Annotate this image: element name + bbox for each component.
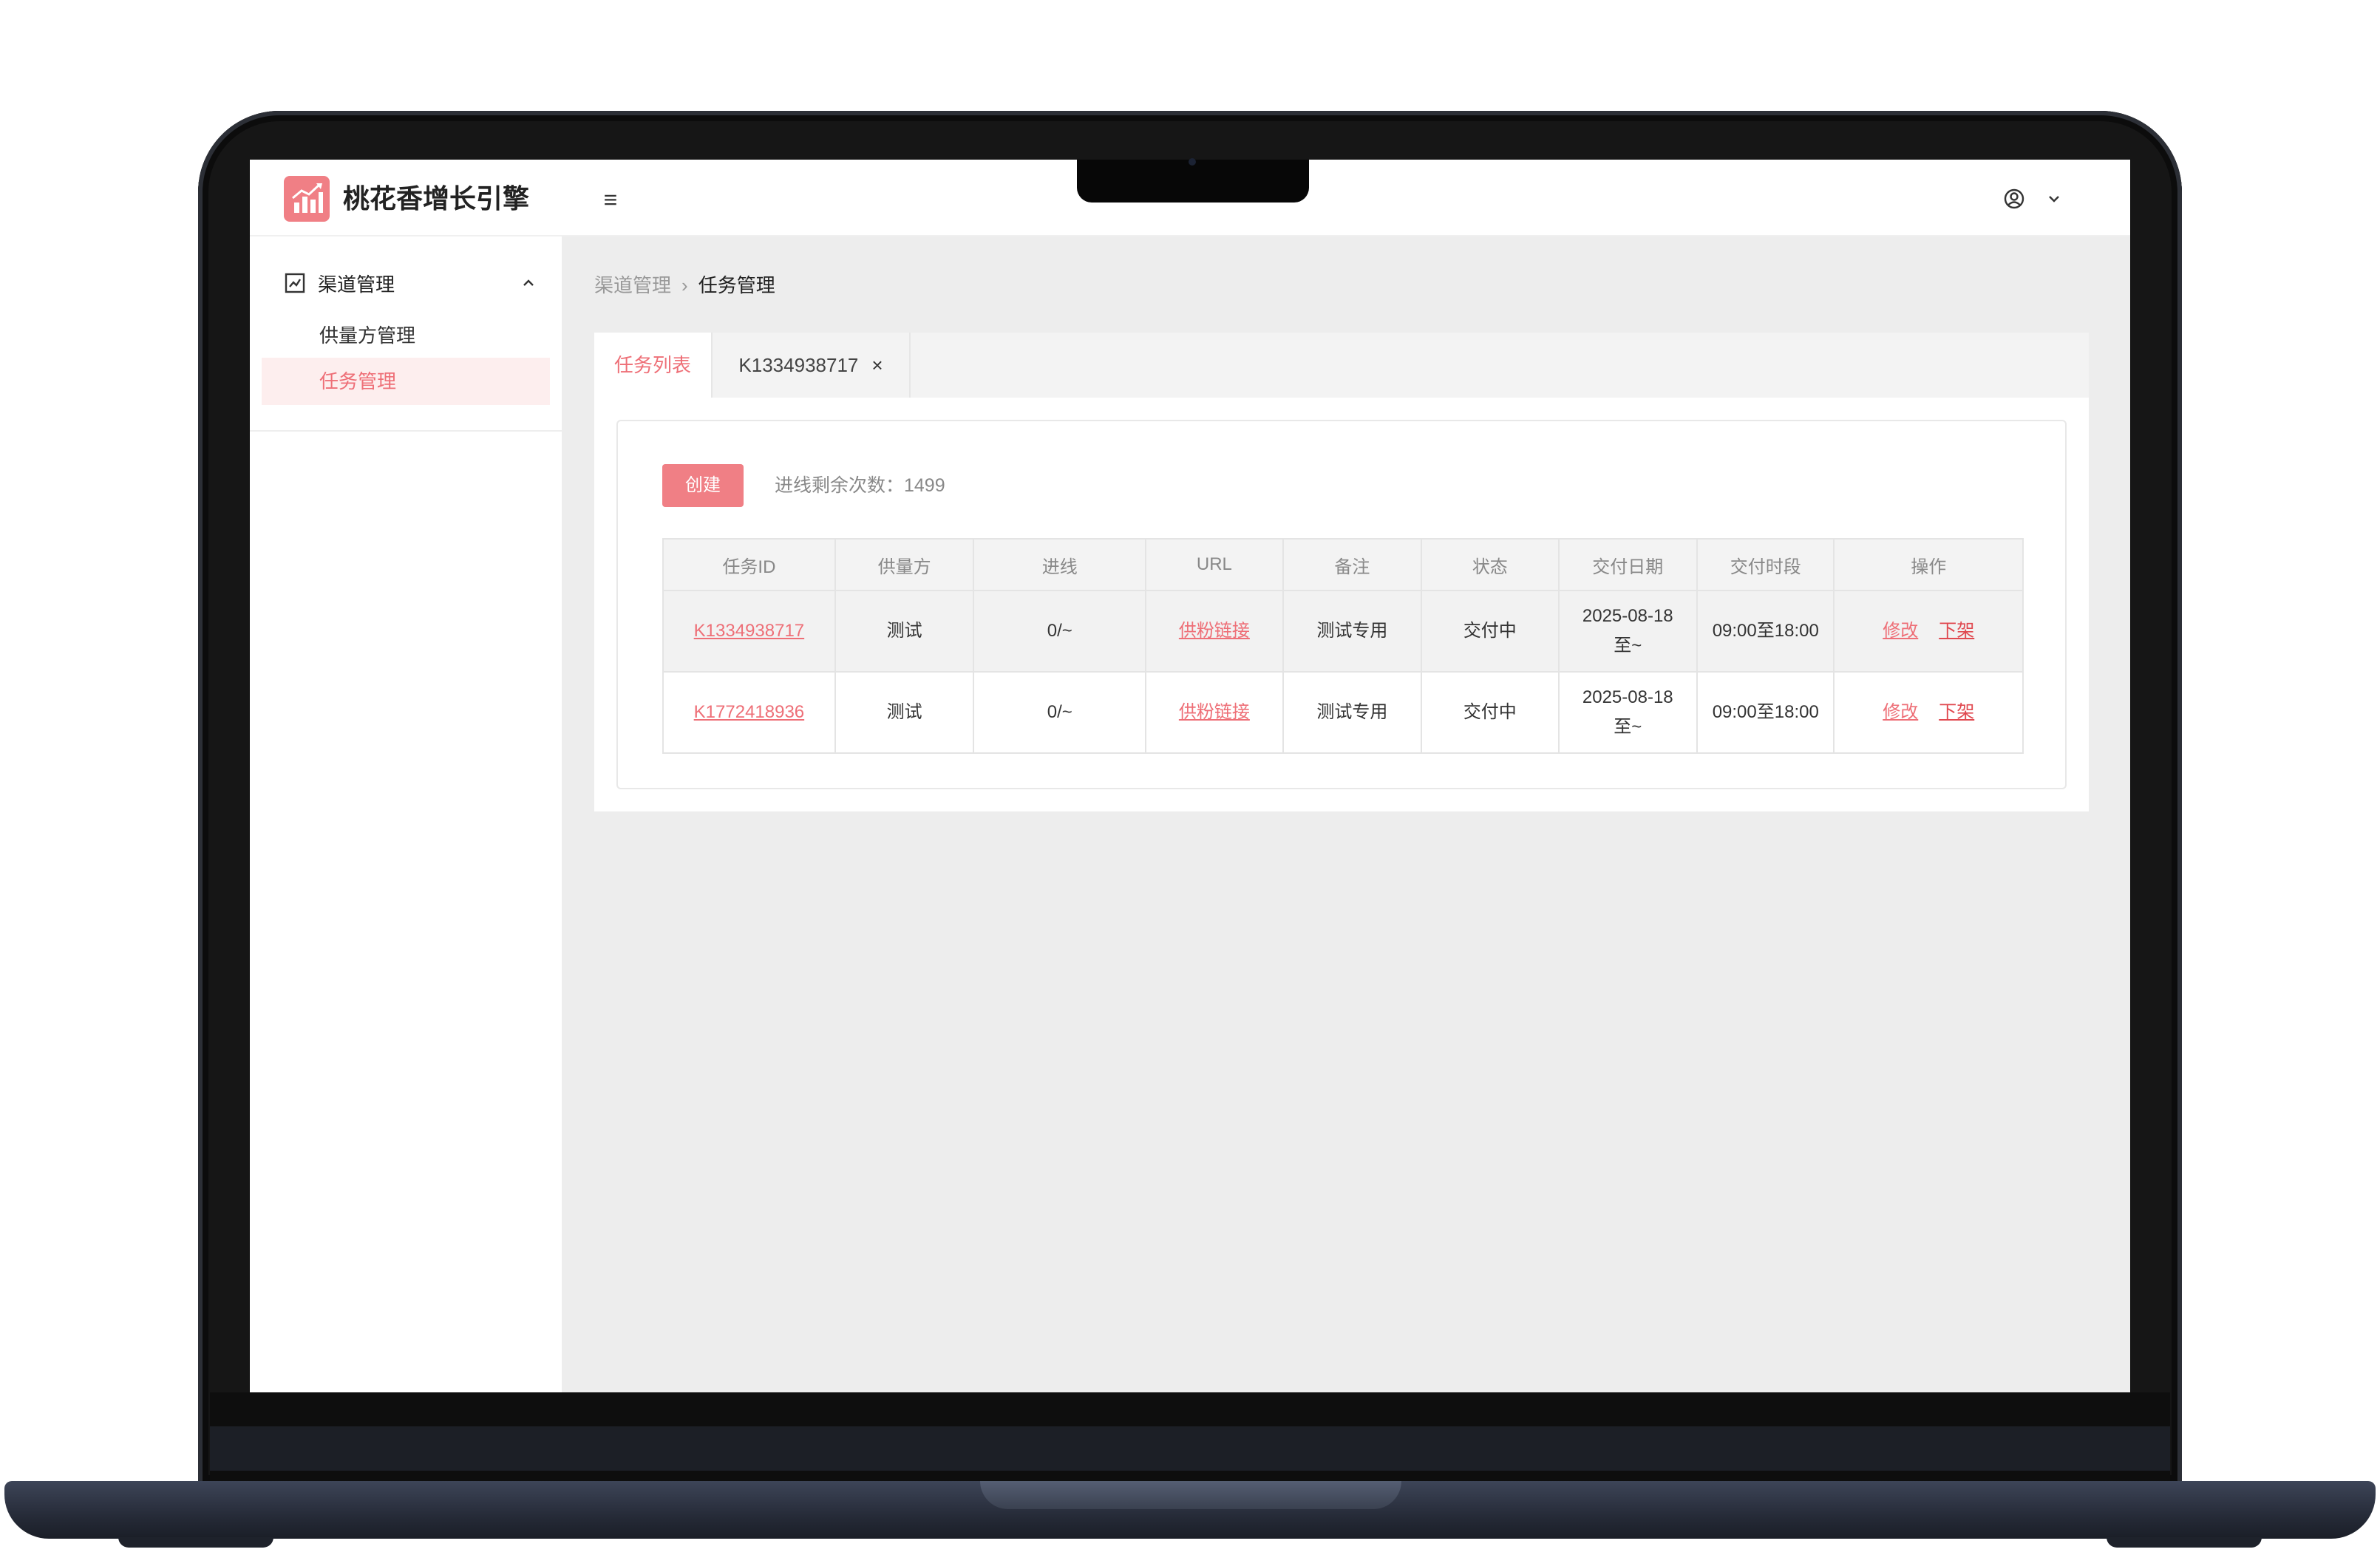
column-header: 操作 xyxy=(1833,538,2024,591)
date-end: 至~ xyxy=(1614,636,1642,656)
camera-notch xyxy=(1077,160,1309,202)
period-cell: 09:00至18:00 xyxy=(1696,590,1835,673)
edit-link[interactable]: 修改 xyxy=(1883,702,1918,722)
column-header: 交付日期 xyxy=(1557,538,1699,591)
period-cell: 09:00至18:00 xyxy=(1696,671,1835,754)
date-cell: 2025-08-18 至~ xyxy=(1557,590,1699,673)
table-row: K1772418936 测试 0/~ 供粉链接 测试专用 交付中 2025-08… xyxy=(662,671,2024,754)
close-icon[interactable]: × xyxy=(871,354,883,376)
date-start: 2025-08-18 xyxy=(1582,687,1673,707)
url-link[interactable]: 供粉链接 xyxy=(1179,702,1250,722)
laptop-bezel-strip xyxy=(210,1426,2170,1471)
breadcrumb-parent[interactable]: 渠道管理 xyxy=(594,274,671,296)
supplier-cell: 测试 xyxy=(834,590,975,673)
chevron-down-icon[interactable] xyxy=(2044,189,2064,208)
chart-box-icon xyxy=(284,272,306,294)
sidebar-group-channel[interactable]: 渠道管理 xyxy=(262,263,550,306)
actions-cell: 修改 下架 xyxy=(1833,590,2024,673)
column-header: 备注 xyxy=(1282,538,1423,591)
tab-task-list[interactable]: 任务列表 xyxy=(594,333,713,398)
tab-label: 任务列表 xyxy=(613,354,691,376)
task-table: 任务ID 供量方 进线 URL 备注 状态 交付日期 交付时段 操作 K1334… xyxy=(662,538,2024,754)
offshelf-link[interactable]: 下架 xyxy=(1939,702,1974,722)
inbound-cell: 0/~ xyxy=(973,671,1147,754)
column-header: 供量方 xyxy=(834,538,975,591)
sidebar-divider xyxy=(250,430,562,432)
date-start: 2025-08-18 xyxy=(1582,606,1673,626)
breadcrumb-separator: › xyxy=(681,274,688,296)
supplier-cell: 测试 xyxy=(834,671,975,754)
tab-task-detail[interactable]: K1334938717 × xyxy=(713,333,911,398)
note-cell: 测试专用 xyxy=(1282,590,1423,673)
content-panel: 创建 进线剩余次数：1499 任务ID 供量方 进线 URL 备注 状态 交付日… xyxy=(594,398,2089,811)
tab-label: K1334938717 xyxy=(738,354,859,376)
tab-strip: 任务列表 K1334938717 × xyxy=(594,333,2089,398)
task-card: 创建 进线剩余次数：1499 任务ID 供量方 进线 URL 备注 状态 交付日… xyxy=(616,420,2067,789)
chevron-up-icon xyxy=(519,273,538,293)
column-header: 进线 xyxy=(973,538,1147,591)
date-end: 至~ xyxy=(1614,717,1642,737)
camera-icon xyxy=(1189,158,1196,166)
sidebar-item-tasks[interactable]: 任务管理 xyxy=(262,358,550,405)
date-cell: 2025-08-18 至~ xyxy=(1557,671,1699,754)
edit-link[interactable]: 修改 xyxy=(1883,621,1918,641)
task-id-link[interactable]: K1772418936 xyxy=(694,702,804,722)
remaining-count: 进线剩余次数：1499 xyxy=(775,475,945,496)
app-logo-icon xyxy=(284,176,330,222)
user-avatar-icon[interactable] xyxy=(2003,188,2025,210)
note-cell: 测试专用 xyxy=(1282,671,1423,754)
task-id-link[interactable]: K1334938717 xyxy=(694,621,804,641)
actions-cell: 修改 下架 xyxy=(1833,671,2024,754)
table-row: K1334938717 测试 0/~ 供粉链接 测试专用 交付中 2025-08… xyxy=(662,590,2024,673)
column-header: 状态 xyxy=(1421,538,1560,591)
status-cell: 交付中 xyxy=(1421,590,1560,673)
app-title: 桃花香增长引擎 xyxy=(343,183,530,214)
column-header: 交付时段 xyxy=(1696,538,1835,591)
status-cell: 交付中 xyxy=(1421,671,1560,754)
laptop-foot-left xyxy=(118,1537,273,1548)
sidebar-item-supplier[interactable]: 供量方管理 xyxy=(262,312,550,359)
screen: 桃花香增长引擎 ≡ 渠道管理 供量方管理 任务管理 渠道管理 › 任务管理 任务… xyxy=(250,160,2130,1392)
menu-toggle-icon[interactable]: ≡ xyxy=(597,186,624,213)
offshelf-link[interactable]: 下架 xyxy=(1939,621,1974,641)
column-header: URL xyxy=(1145,538,1284,591)
breadcrumb-current: 任务管理 xyxy=(698,274,775,296)
column-header: 任务ID xyxy=(662,538,836,591)
laptop-base-groove xyxy=(980,1481,1401,1509)
url-link[interactable]: 供粉链接 xyxy=(1179,621,1250,641)
sidebar: 渠道管理 供量方管理 任务管理 xyxy=(250,236,562,1392)
create-button[interactable]: 创建 xyxy=(662,464,744,507)
laptop-foot-right xyxy=(2107,1537,2262,1548)
sidebar-group-label: 渠道管理 xyxy=(318,273,395,296)
breadcrumb: 渠道管理 › 任务管理 xyxy=(594,272,775,299)
inbound-cell: 0/~ xyxy=(973,590,1147,673)
table-header-row: 任务ID 供量方 进线 URL 备注 状态 交付日期 交付时段 操作 xyxy=(662,538,2024,591)
